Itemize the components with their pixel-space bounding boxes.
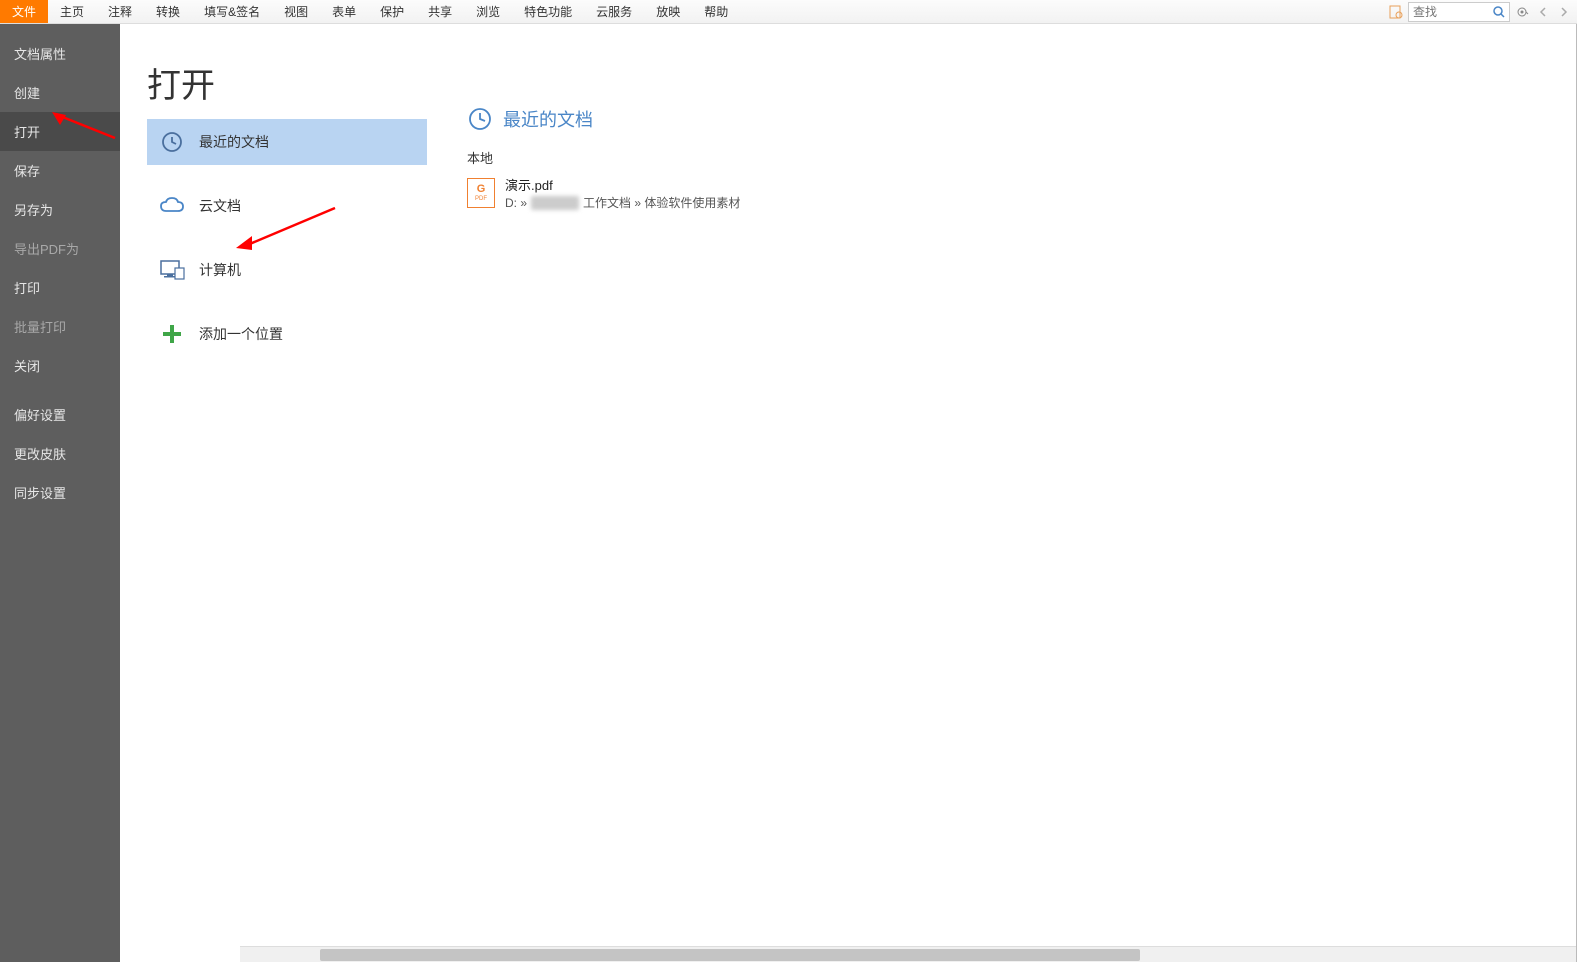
nav-prev-icon[interactable] [1534, 3, 1552, 21]
menu-browse[interactable]: 浏览 [464, 0, 512, 23]
recent-header-label: 最近的文档 [503, 106, 593, 132]
menu-features[interactable]: 特色功能 [512, 0, 584, 23]
sidebar-item-batchprint: 批量打印 [0, 307, 120, 346]
menu-comment[interactable]: 注释 [96, 0, 144, 23]
nav-next-icon[interactable] [1555, 3, 1573, 21]
page-title: 打开 [147, 58, 215, 107]
sidebar-item-prefs[interactable]: 偏好设置 [0, 395, 120, 434]
location-computer[interactable]: 计算机 [147, 247, 427, 293]
doc-name: 演示.pdf [505, 175, 740, 194]
file-sidebar: 文档属性 创建 打开 保存 另存为 导出PDF为 打印 批量打印 关闭 偏好设置… [0, 24, 120, 962]
clock-icon [159, 129, 185, 155]
locations-list: 最近的文档 云文档 计算机 添加一个位置 [147, 119, 427, 962]
menu-help[interactable]: 帮助 [692, 0, 740, 23]
computer-icon [159, 257, 185, 283]
recent-header: 最近的文档 [467, 106, 1576, 132]
menu-view[interactable]: 视图 [272, 0, 320, 23]
location-add[interactable]: 添加一个位置 [147, 311, 427, 357]
menu-fillsign[interactable]: 填写&签名 [192, 0, 272, 23]
menu-protect[interactable]: 保护 [368, 0, 416, 23]
menubar: 文件 主页 注释 转换 填写&签名 视图 表单 保护 共享 浏览 特色功能 云服… [0, 0, 1577, 24]
scrollbar-thumb[interactable] [320, 949, 1140, 961]
location-label: 添加一个位置 [199, 324, 283, 344]
gear-icon[interactable] [1513, 3, 1531, 21]
menu-play[interactable]: 放映 [644, 0, 692, 23]
recent-section-local: 本地 [467, 148, 1576, 167]
sidebar-item-close[interactable]: 关闭 [0, 346, 120, 385]
content-area: 打开 最近的文档 云文档 [120, 24, 1577, 962]
menu-convert[interactable]: 转换 [144, 0, 192, 23]
search-pdf-icon[interactable] [1387, 3, 1405, 21]
menu-form[interactable]: 表单 [320, 0, 368, 23]
search-input[interactable] [1409, 5, 1489, 19]
sidebar-item-save[interactable]: 保存 [0, 151, 120, 190]
location-label: 最近的文档 [199, 132, 269, 152]
menu-share[interactable]: 共享 [416, 0, 464, 23]
sidebar-item-print[interactable]: 打印 [0, 268, 120, 307]
location-label: 计算机 [199, 260, 241, 280]
sidebar-item-saveas[interactable]: 另存为 [0, 190, 120, 229]
horizontal-scrollbar[interactable] [240, 946, 1576, 962]
location-recent[interactable]: 最近的文档 [147, 119, 427, 165]
clock-icon [467, 106, 493, 132]
sidebar-item-sync[interactable]: 同步设置 [0, 473, 120, 512]
sidebar-item-docprops[interactable]: 文档属性 [0, 34, 120, 73]
sidebar-item-skin[interactable]: 更改皮肤 [0, 434, 120, 473]
sidebar-item-create[interactable]: 创建 [0, 73, 120, 112]
location-label: 云文档 [199, 196, 241, 216]
search-box[interactable] [1408, 2, 1510, 22]
menu-cloud[interactable]: 云服务 [584, 0, 644, 23]
recent-doc-item[interactable]: G PDF 演示.pdf D: » XXXX 工作文档 » 体验软件使用素材 [467, 175, 1576, 211]
sidebar-item-open[interactable]: 打开 [0, 112, 120, 151]
recent-panel: 最近的文档 本地 G PDF 演示.pdf D: » XXXX 工作文档 » 体… [467, 106, 1576, 962]
menu-home[interactable]: 主页 [48, 0, 96, 23]
sidebar-item-export: 导出PDF为 [0, 229, 120, 268]
doc-path: D: » XXXX 工作文档 » 体验软件使用素材 [505, 194, 740, 211]
menu-file[interactable]: 文件 [0, 0, 48, 23]
search-icon[interactable] [1489, 3, 1509, 21]
location-cloud[interactable]: 云文档 [147, 183, 427, 229]
pdf-file-icon: G PDF [467, 178, 495, 208]
cloud-icon [159, 193, 185, 219]
plus-icon [159, 321, 185, 347]
